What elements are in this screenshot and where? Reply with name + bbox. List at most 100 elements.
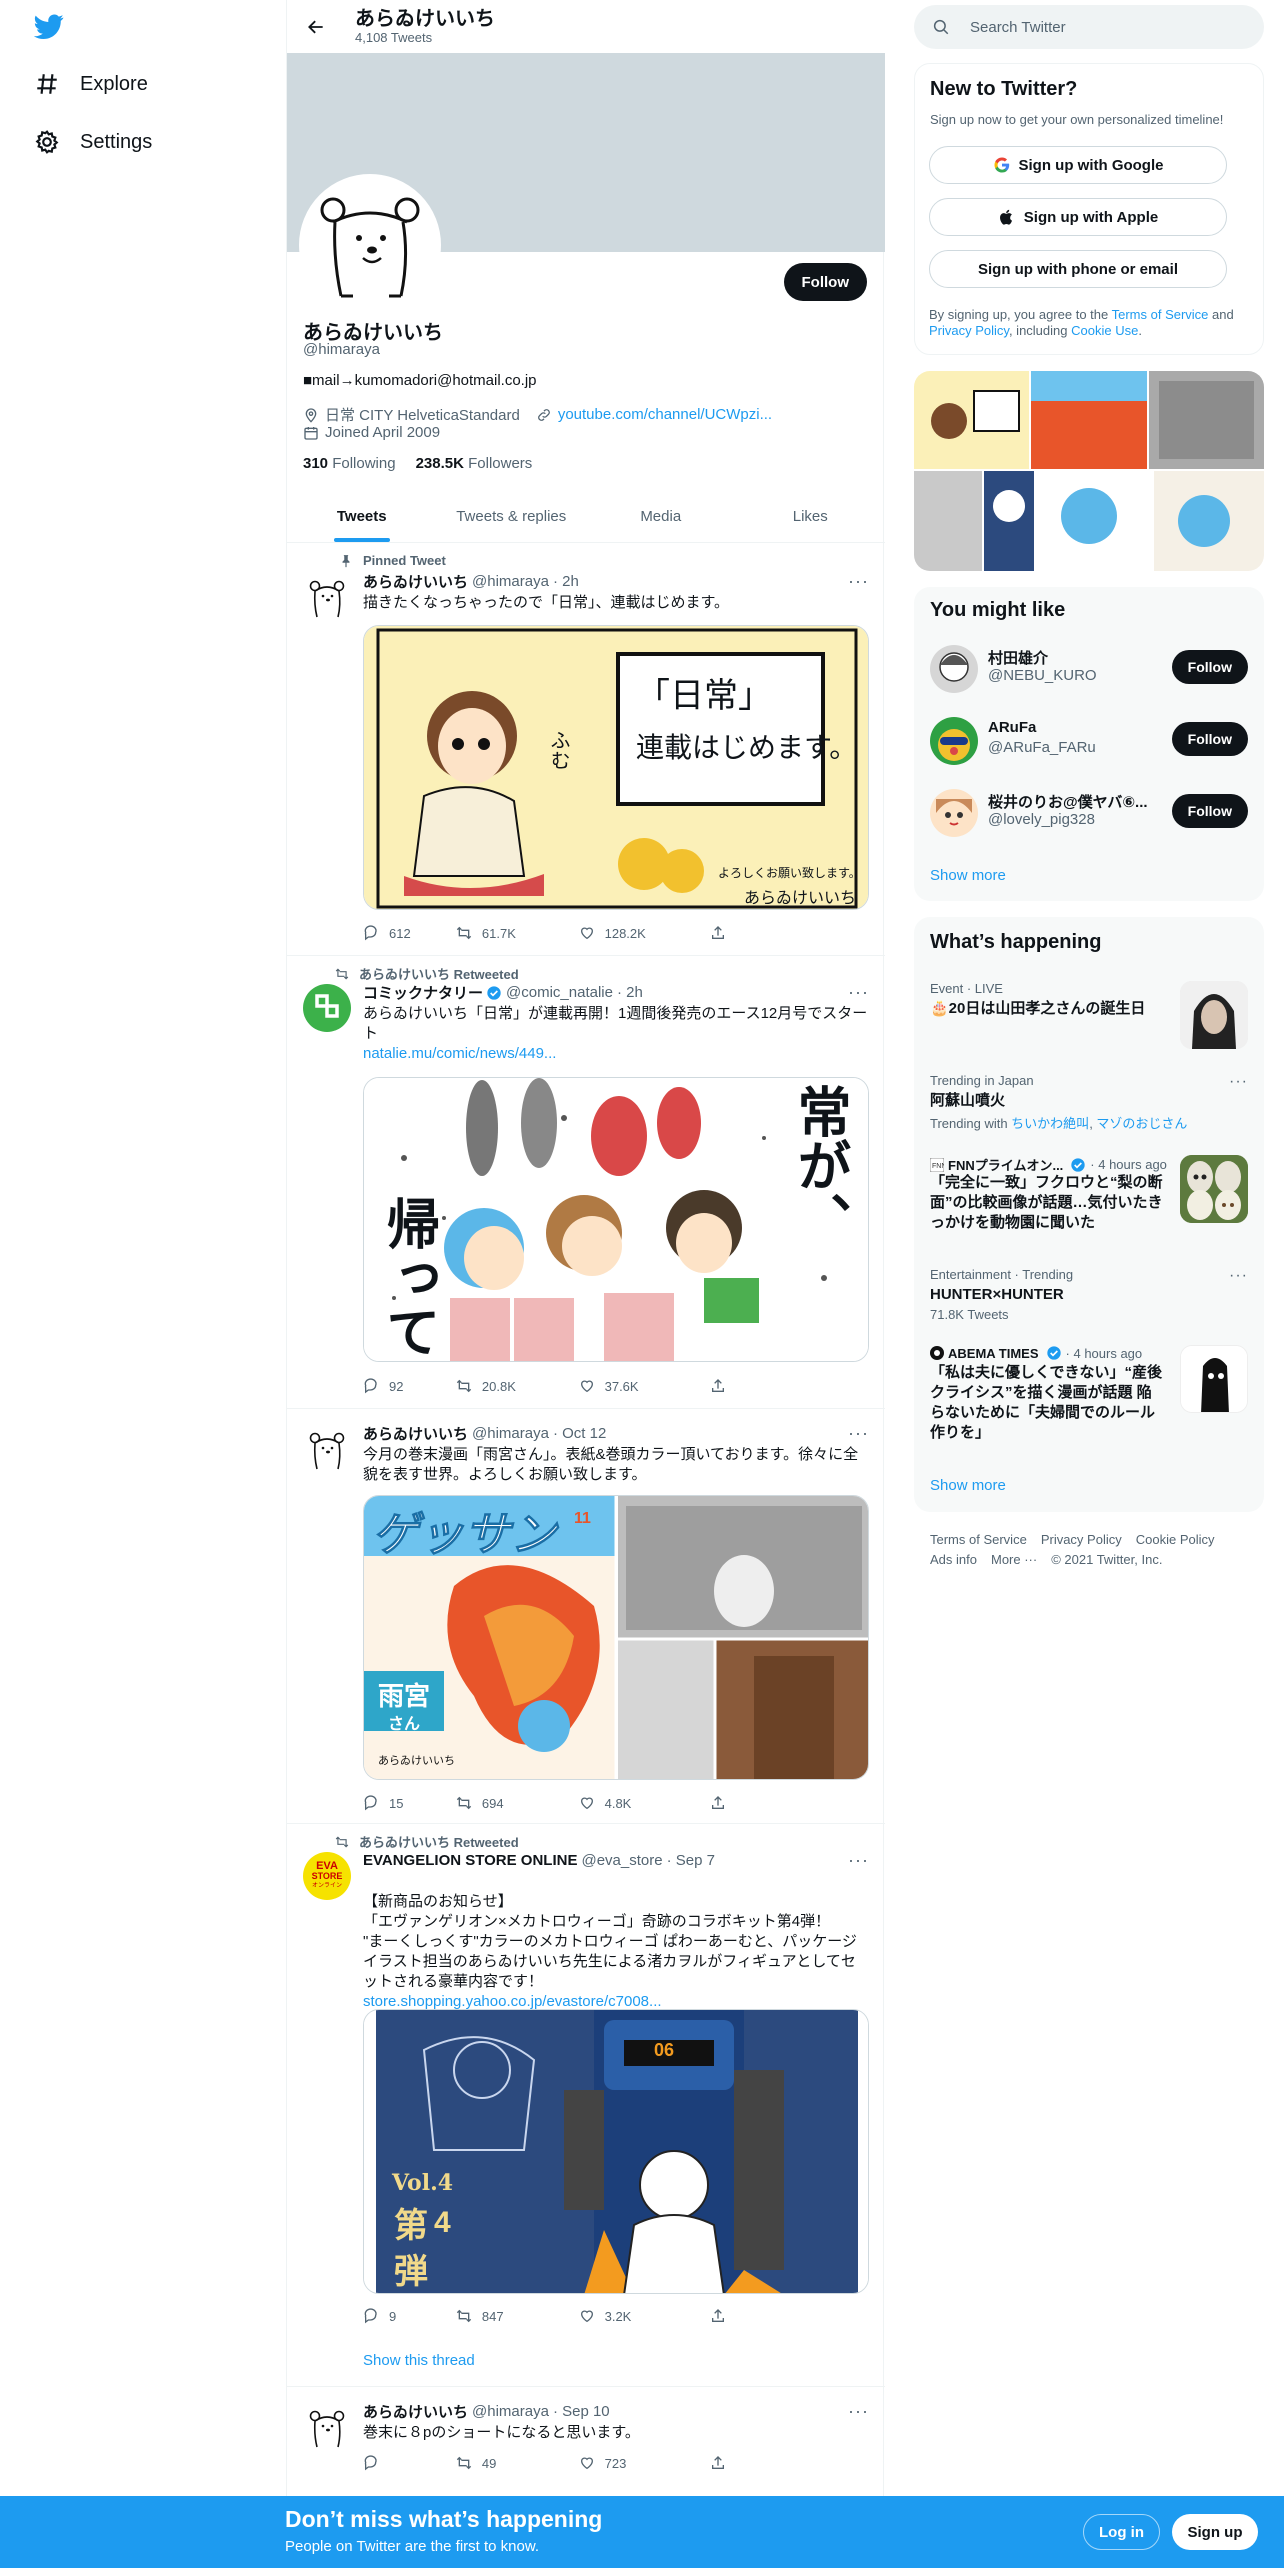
tweet-image[interactable]: Vol.4 第 4 弾 06	[363, 2009, 869, 2294]
tweet-author-name[interactable]: あらゐけいいち	[363, 571, 468, 592]
trend-item[interactable]: Entertainment · Trending ··· HUNTER×HUNT…	[914, 1267, 1264, 1325]
signup-phone-email-button[interactable]: Sign up with phone or email	[929, 250, 1227, 288]
show-more-users-link[interactable]: Show more	[930, 867, 1006, 884]
show-more-trends-link[interactable]: Show more	[930, 1477, 1006, 1494]
tweet-image[interactable]: 常が、 帰って	[363, 1077, 869, 1362]
share-button[interactable]	[710, 925, 803, 941]
retweet-button[interactable]: 847	[456, 2308, 579, 2324]
tweet-time[interactable]: · Sep 7	[667, 1852, 715, 1869]
tweet-time[interactable]: · Oct 12	[553, 1425, 606, 1442]
profile-website-link[interactable]: youtube.com/channel/UCWpzi...	[558, 406, 772, 423]
footer-link-ads-info[interactable]: Ads info	[930, 1552, 977, 1567]
suggested-user[interactable]: 村田雄介 @NEBU_KURO Follow	[914, 632, 1264, 704]
footer-link-more[interactable]: More ···	[991, 1552, 1037, 1567]
search-input[interactable]	[970, 18, 1230, 36]
tweet-author-handle[interactable]: @eva_store	[581, 1852, 662, 1869]
follow-user-button[interactable]: Follow	[1171, 650, 1248, 684]
privacy-policy-link[interactable]: Privacy Policy	[929, 323, 1009, 338]
tab-tweets-replies[interactable]: Tweets & replies	[437, 490, 587, 542]
tab-media[interactable]: Media	[586, 490, 736, 542]
share-button[interactable]	[710, 2308, 803, 2324]
footer-link-cookie[interactable]: Cookie Policy	[1136, 1532, 1215, 1547]
tweet-image-grid[interactable]: ゲッサン 11 雨宮 さん あらゐけいいち	[363, 1495, 869, 1780]
trend-more-icon[interactable]: ···	[1229, 1073, 1248, 1091]
avatar[interactable]	[930, 789, 978, 837]
trend-item[interactable]: FNN FNNプライムオン... · 4 hours ago 「完全に一致」フク…	[914, 1155, 1264, 1245]
nav-explore[interactable]: Explore	[34, 71, 148, 97]
follow-button[interactable]: Follow	[783, 263, 867, 301]
tweet-avatar[interactable]	[303, 984, 351, 1032]
reply-button[interactable]: 15	[363, 1795, 456, 1811]
footer-link-privacy[interactable]: Privacy Policy	[1041, 1532, 1122, 1547]
tweet-author-handle[interactable]: @himaraya	[472, 2403, 549, 2420]
suggested-user[interactable]: 桜井のりお@僕ヤバ⑥... @lovely_pig328 Follow	[914, 776, 1264, 848]
like-button[interactable]: 4.8K	[579, 1795, 710, 1811]
avatar[interactable]	[930, 645, 978, 693]
trend-more-icon[interactable]: ···	[1229, 1267, 1248, 1285]
like-button[interactable]: 37.6K	[579, 1378, 710, 1394]
trend-item[interactable]: Trending in Japan ··· 阿蘇山噴火 Trending wit…	[914, 1073, 1264, 1131]
login-button[interactable]: Log in	[1083, 2514, 1160, 2550]
like-button[interactable]: 3.2K	[579, 2308, 710, 2324]
trend-item[interactable]: Event · LIVE 🎂20日は山田孝之さんの誕生日	[914, 981, 1264, 1065]
tweet-pinned[interactable]: Pinned Tweet あらゐけいいち @himaraya · 2h ··· …	[287, 543, 885, 956]
retweet-button[interactable]: 49	[456, 2455, 579, 2471]
twitter-bird-icon[interactable]	[34, 14, 64, 40]
tweet-author-name[interactable]: コミックナタリー	[363, 982, 483, 1003]
tweet-avatar[interactable]	[303, 573, 351, 621]
like-button[interactable]: 128.2K	[579, 925, 710, 941]
avatar[interactable]	[930, 717, 978, 765]
tweet-short[interactable]: あらゐけいいち @himaraya · Sep 10 ··· 巻末に８pのショー…	[287, 2387, 885, 2496]
retweet-button[interactable]: 20.8K	[456, 1378, 579, 1394]
more-options-icon[interactable]: ···	[848, 982, 869, 1003]
suggested-user[interactable]: ARuFa @ARuFa_FARu Follow	[914, 704, 1264, 776]
tweet-avatar[interactable]	[303, 1425, 351, 1473]
tweet-link[interactable]: store.shopping.yahoo.co.jp/evastore/c700…	[363, 1993, 662, 2010]
tweet-time[interactable]: · 2h	[617, 984, 643, 1001]
trend-item[interactable]: ABEMA TIMES · 4 hours ago 「私は夫に優しくできない」“…	[914, 1345, 1264, 1455]
terms-of-service-link[interactable]: Terms of Service	[1112, 307, 1209, 322]
tab-tweets[interactable]: Tweets	[287, 490, 437, 542]
tweet-retweet[interactable]: あらゐけいいち Retweeted コミックナタリー @comic_natali…	[287, 956, 885, 1409]
follow-user-button[interactable]: Follow	[1171, 794, 1248, 828]
followers-link[interactable]: 238.5K Followers	[416, 455, 533, 472]
like-button[interactable]: 723	[579, 2455, 710, 2471]
tab-likes[interactable]: Likes	[736, 490, 886, 542]
tweet-author-handle[interactable]: @himaraya	[472, 1425, 549, 1442]
share-button[interactable]	[710, 2455, 803, 2471]
share-button[interactable]	[710, 1795, 803, 1811]
tweet-author-name[interactable]: EVANGELION STORE ONLINE	[363, 1852, 577, 1869]
tweet-author-name[interactable]: あらゐけいいち	[363, 2401, 468, 2422]
signup-google-button[interactable]: Sign up with Google	[929, 146, 1227, 184]
signup-button[interactable]: Sign up	[1172, 2514, 1258, 2550]
cookie-use-link[interactable]: Cookie Use	[1071, 323, 1138, 338]
more-options-icon[interactable]: ···	[848, 1423, 869, 1444]
search-box[interactable]	[914, 5, 1264, 49]
tweet-retweet-eva[interactable]: あらゐけいいち Retweeted EVA STORE オンライン EVANGE…	[287, 1824, 885, 2387]
nav-settings[interactable]: Settings	[34, 129, 152, 155]
profile-media-grid[interactable]	[914, 371, 1264, 571]
show-thread-link[interactable]: Show this thread	[363, 2352, 475, 2369]
more-options-icon[interactable]: ···	[848, 571, 869, 592]
more-options-icon[interactable]: ···	[848, 1850, 869, 1871]
tweet-author-handle[interactable]: @himaraya	[472, 573, 549, 590]
tweet-avatar[interactable]	[303, 2403, 351, 2451]
reply-button[interactable]: 612	[363, 925, 456, 941]
tweet-author-handle[interactable]: @comic_natalie	[506, 984, 613, 1001]
follow-user-button[interactable]: Follow	[1171, 722, 1248, 756]
reply-button[interactable]: 9	[363, 2308, 456, 2324]
more-options-icon[interactable]: ···	[848, 2401, 869, 2422]
tweet-author-name[interactable]: あらゐけいいち	[363, 1423, 468, 1444]
retweet-button[interactable]: 694	[456, 1795, 579, 1811]
signup-apple-button[interactable]: Sign up with Apple	[929, 198, 1227, 236]
retweet-button[interactable]: 61.7K	[456, 925, 579, 941]
related-trend-link[interactable]: マゾのおじさん	[1096, 1116, 1187, 1131]
tweet-avatar[interactable]: EVA STORE オンライン	[303, 1852, 351, 1900]
tweet-link[interactable]: natalie.mu/comic/news/449...	[363, 1045, 556, 1062]
tweet-time[interactable]: · 2h	[553, 573, 579, 590]
share-button[interactable]	[710, 1378, 803, 1394]
reply-button[interactable]: 92	[363, 1378, 456, 1394]
footer-link-terms[interactable]: Terms of Service	[930, 1532, 1027, 1547]
following-link[interactable]: 310 Following	[303, 455, 396, 472]
related-trend-link[interactable]: ちいかわ絶叫	[1011, 1116, 1089, 1131]
